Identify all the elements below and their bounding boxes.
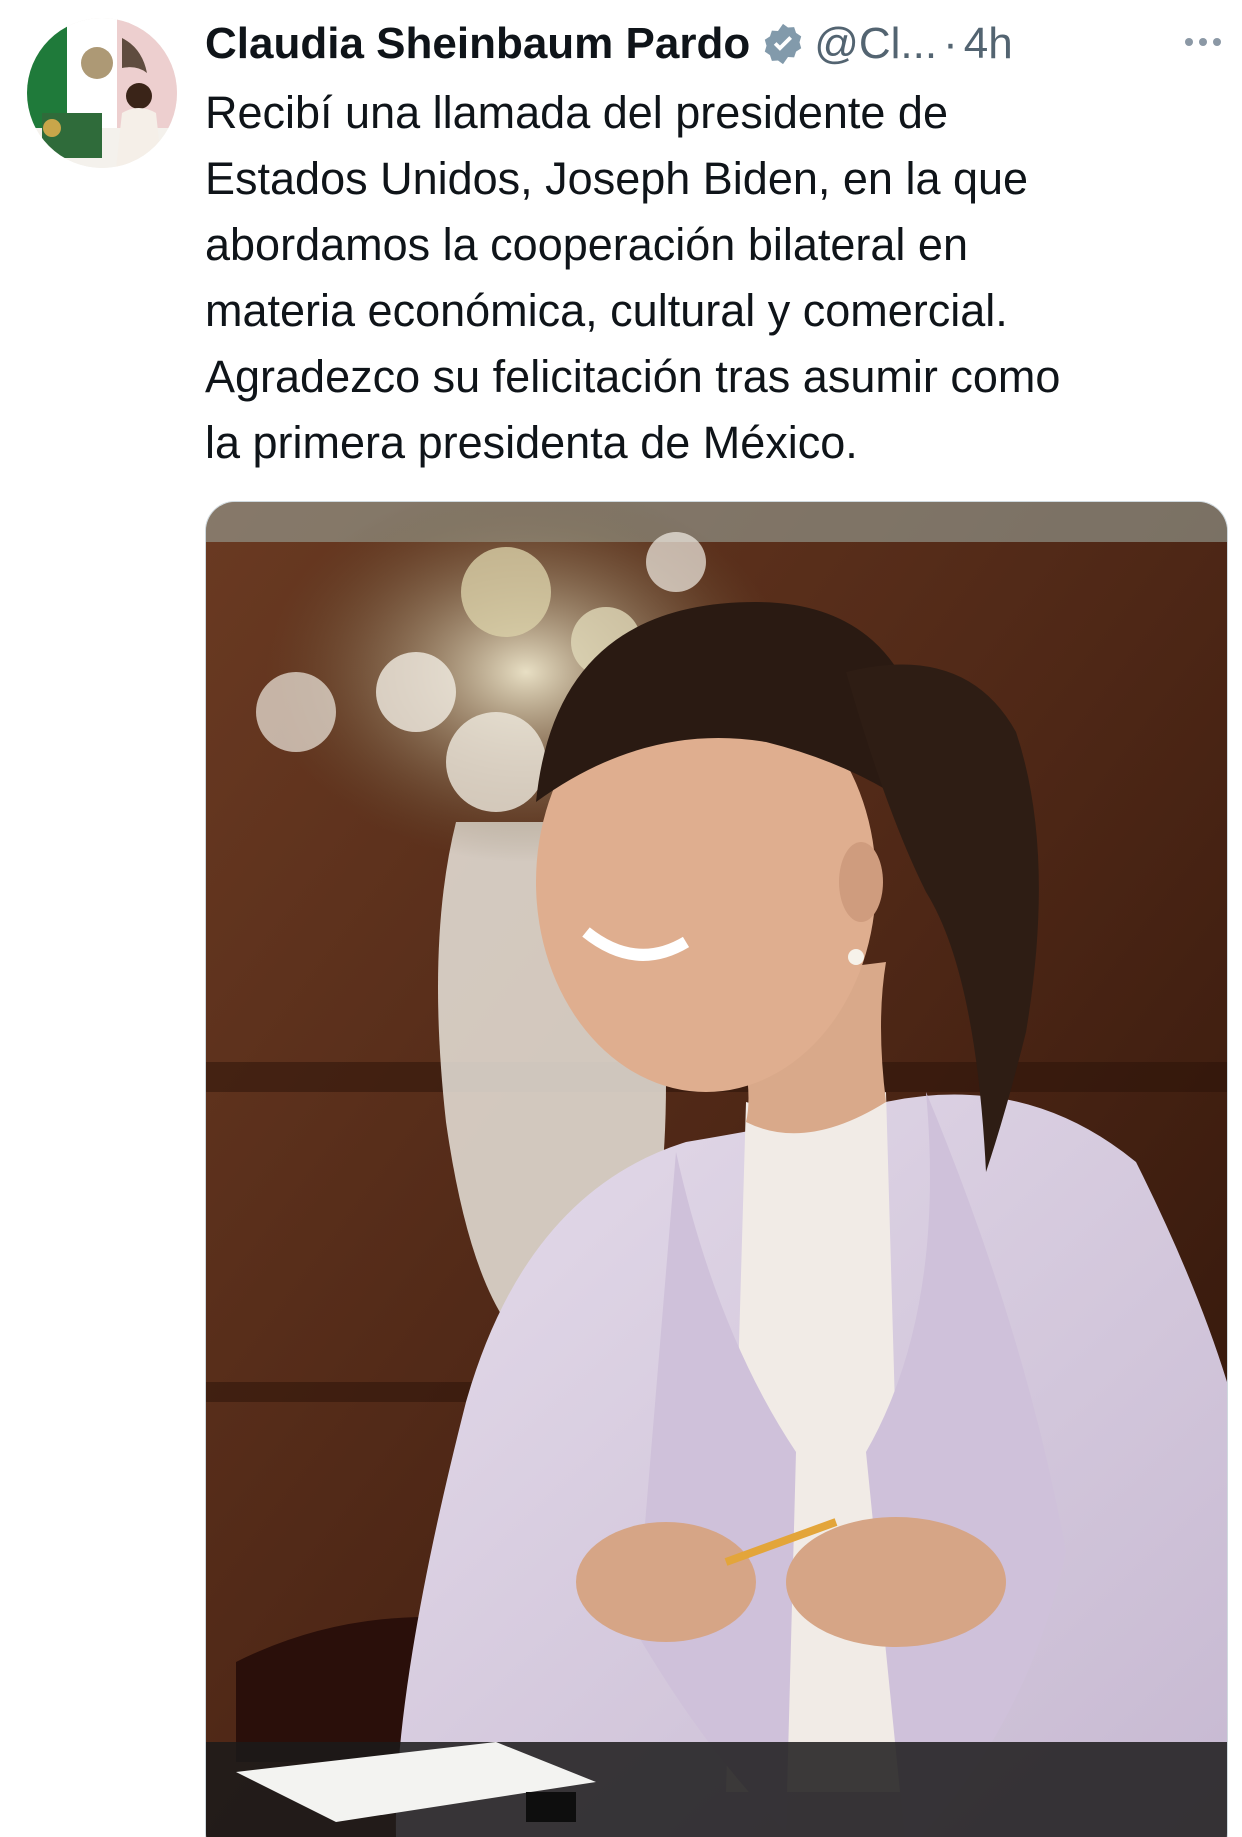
separator-dot: · — [943, 19, 958, 68]
tweet-header: Claudia Sheinbaum Pardo @Cl... · 4h — [205, 14, 1222, 74]
author-name[interactable]: Claudia Sheinbaum Pardo — [205, 19, 750, 69]
tweet-photo[interactable] — [205, 501, 1228, 1837]
more-options-icon[interactable] — [1178, 22, 1228, 62]
tweet-timestamp[interactable]: 4h — [964, 19, 1013, 69]
verified-badge-icon — [760, 21, 806, 67]
tweet[interactable]: Claudia Sheinbaum Pardo @Cl... · 4h Reci… — [0, 0, 1242, 1837]
author-avatar[interactable] — [27, 18, 177, 168]
tweet-text: Recibí una llamada del presidente de Est… — [205, 87, 1061, 468]
photo-image — [206, 502, 1227, 1837]
author-handle[interactable]: @Cl... — [814, 19, 937, 69]
avatar-image — [27, 18, 177, 168]
